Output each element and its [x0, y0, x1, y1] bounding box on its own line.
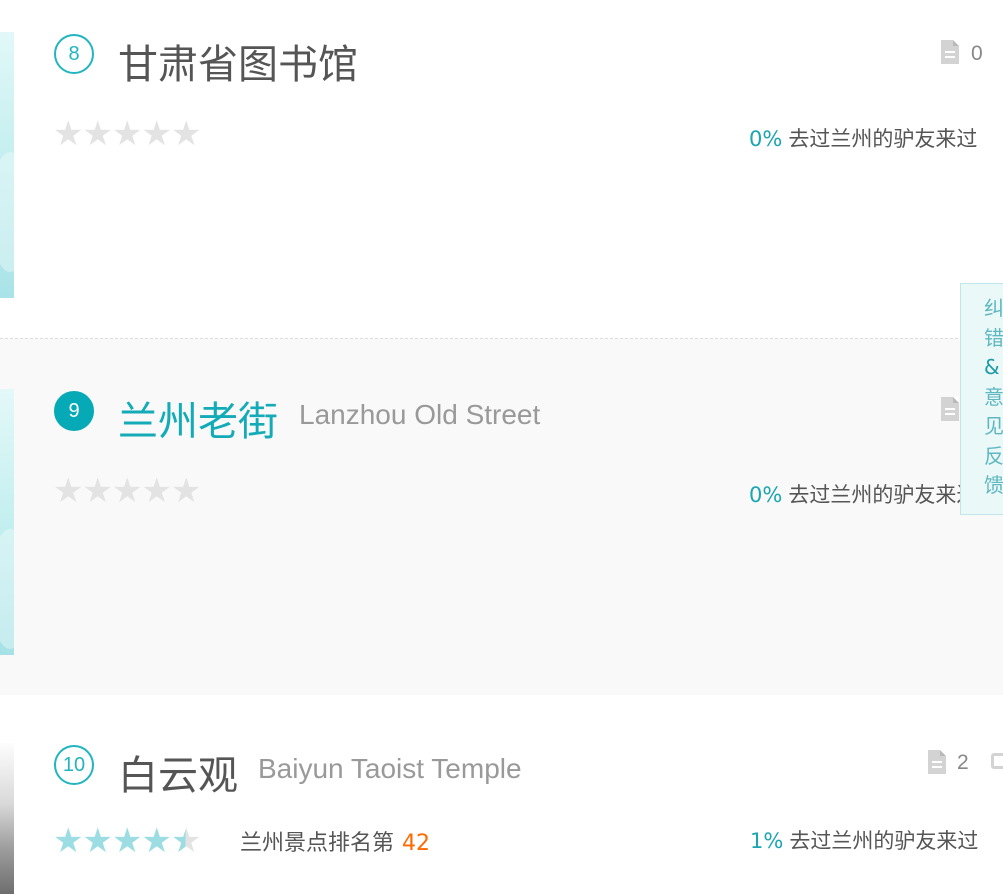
- visited-stat: 0% 去过兰州的驴友来过: [749, 123, 977, 153]
- feedback-char: 意: [984, 384, 1003, 409]
- star-icon: ★: [111, 471, 143, 511]
- star-half-icon: ★: [170, 821, 202, 861]
- visited-stat: 0% 去过兰州的驴友来过: [749, 479, 977, 509]
- feedback-char: 纠: [984, 296, 1003, 320]
- poi-item: 8 甘肃省图书馆 ★★★★★ 0% 去过兰州的驴友来过 0: [0, 0, 1003, 338]
- star-icon: ★: [141, 114, 172, 154]
- comment-icon[interactable]: [991, 753, 1003, 769]
- poi-title-cn[interactable]: 兰州老街: [118, 389, 278, 447]
- star-icon: ★: [111, 114, 143, 154]
- city-rank: 兰州景点排名第 42: [240, 825, 430, 857]
- star-icon: ★: [170, 114, 202, 154]
- star-icon: ★: [53, 821, 84, 861]
- poi-title-en[interactable]: Baiyun Taoist Temple: [258, 753, 522, 785]
- feedback-char: &: [984, 355, 1000, 379]
- star-icon: ★: [82, 471, 113, 511]
- poi-item: 9 兰州老街 Lanzhou Old Street ★★★★★ 0% 去过兰州的驴…: [0, 338, 1003, 696]
- feedback-char: 错: [984, 325, 1003, 350]
- star-rating: ★★★★★: [53, 471, 202, 511]
- visited-text: 去过兰州的驴友来过: [788, 483, 978, 507]
- doc-count[interactable]: 2: [957, 751, 969, 775]
- star-rating: ★★★★★: [53, 821, 202, 861]
- poi-title-en[interactable]: Lanzhou Old Street: [299, 399, 540, 431]
- rank-badge: 8: [54, 34, 94, 74]
- star-rating: ★★★★★: [53, 114, 202, 154]
- poi-thumbnail[interactable]: [0, 743, 14, 894]
- feedback-char: 见: [984, 414, 1003, 438]
- star-icon: ★: [141, 471, 172, 511]
- visited-stat: 1% 去过兰州的驴友来过: [750, 825, 978, 855]
- star-icon: ★: [53, 114, 84, 154]
- doc-count[interactable]: 0: [971, 42, 983, 66]
- document-icon: [941, 397, 959, 421]
- city-rank-label: 兰州景点排名第: [240, 831, 395, 856]
- rank-badge: 9: [54, 391, 94, 431]
- visited-percent: 1%: [750, 829, 784, 853]
- star-icon: ★: [53, 471, 84, 511]
- poi-thumbnail[interactable]: [0, 389, 14, 655]
- feedback-char: 馈: [984, 473, 1003, 497]
- document-icon: [941, 40, 959, 64]
- visited-percent: 0%: [749, 127, 783, 151]
- poi-thumbnail[interactable]: [0, 32, 14, 298]
- city-rank-value[interactable]: 42: [402, 831, 430, 856]
- feedback-button[interactable]: 纠 错 & 意 见 反 馈: [960, 283, 1003, 515]
- star-icon: ★: [170, 471, 202, 511]
- poi-title-cn[interactable]: 白云观: [118, 743, 238, 801]
- star-icon: ★: [82, 114, 113, 154]
- document-icon: [928, 750, 946, 774]
- visited-text: 去过兰州的驴友来过: [789, 829, 979, 853]
- poi-item: 10 白云观 Baiyun Taoist Temple ★★★★★ 兰州景点排名…: [0, 695, 1003, 894]
- visited-percent: 0%: [749, 483, 783, 507]
- feedback-char: 反: [984, 443, 1003, 468]
- star-icon: ★: [111, 821, 143, 861]
- star-icon: ★: [141, 821, 172, 861]
- rank-badge: 10: [54, 745, 94, 785]
- visited-text: 去过兰州的驴友来过: [788, 127, 978, 151]
- poi-title-cn[interactable]: 甘肃省图书馆: [118, 32, 358, 90]
- star-icon: ★: [82, 821, 113, 861]
